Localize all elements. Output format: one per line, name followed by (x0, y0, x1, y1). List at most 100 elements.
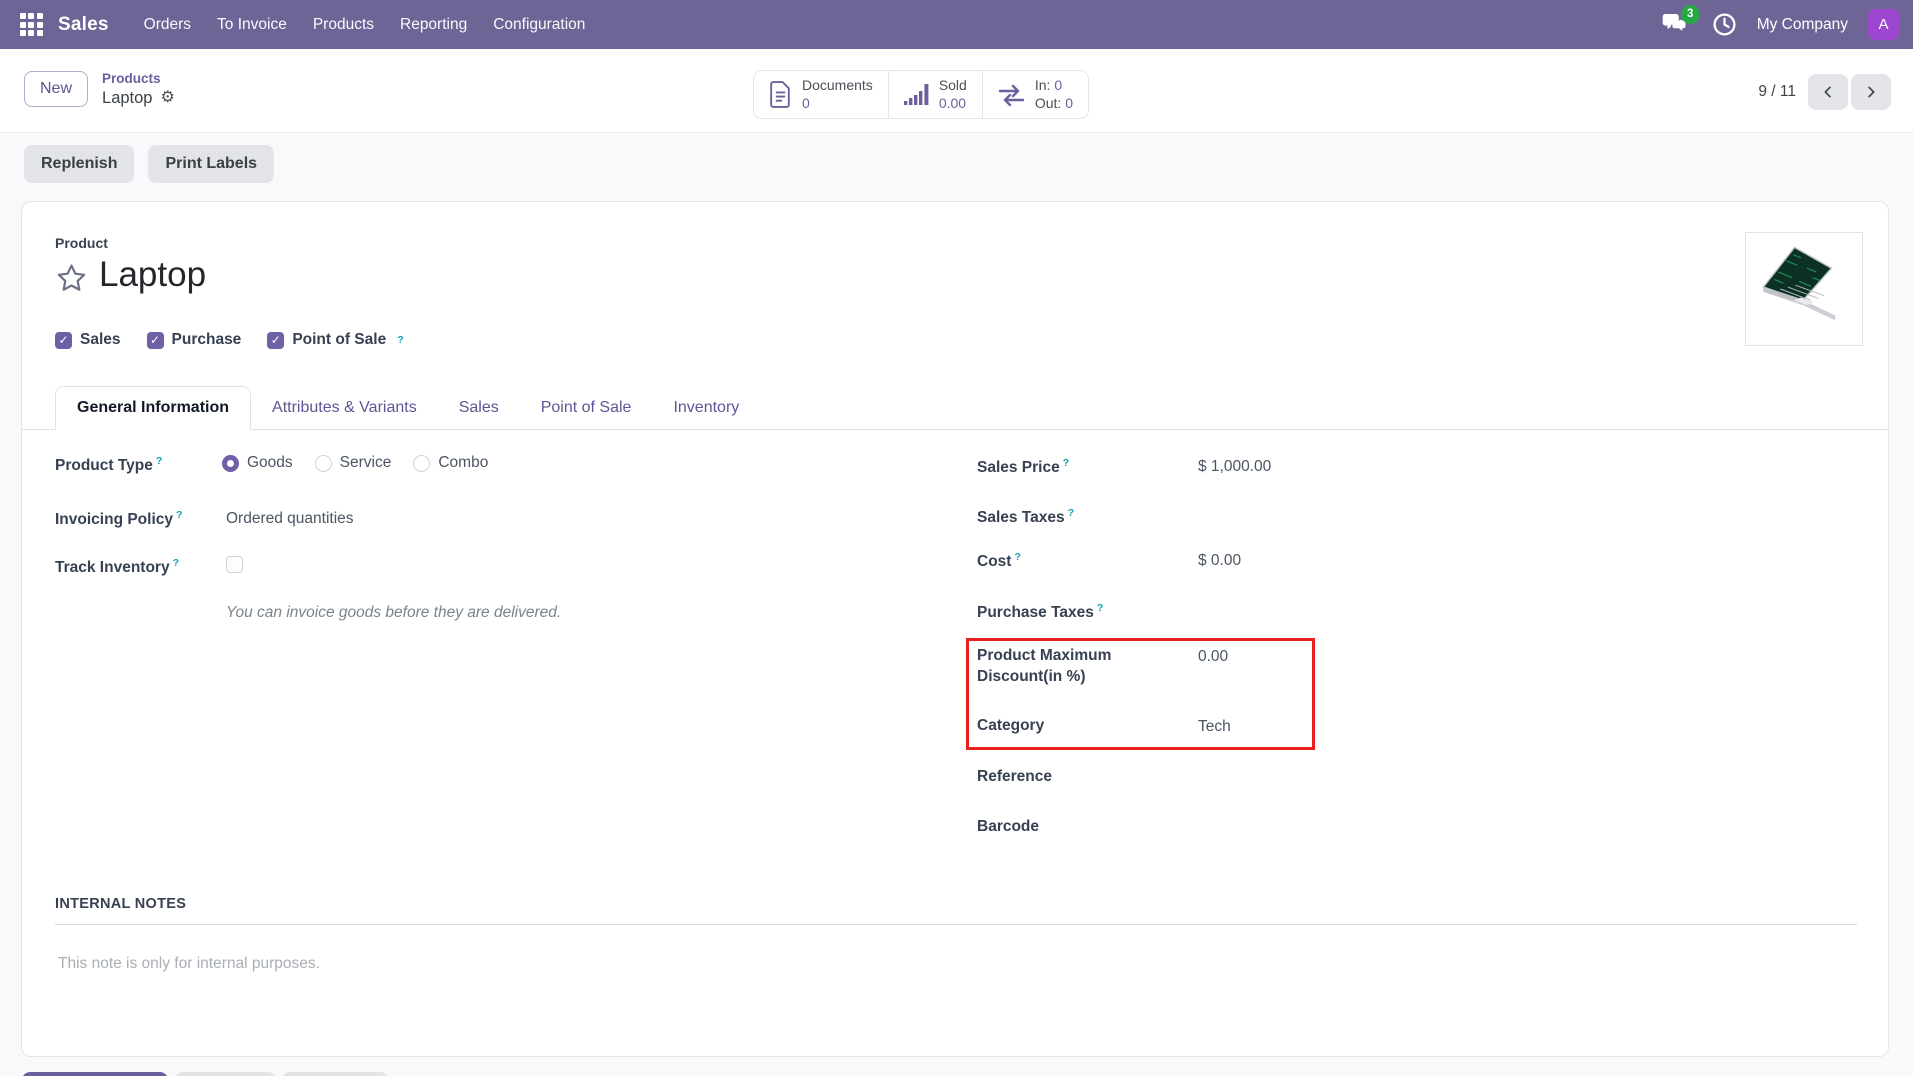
checkbox-check-icon: ✓ (147, 332, 164, 349)
notebook-tabs: General Information Attributes & Variant… (22, 382, 1888, 430)
favorite-star-icon[interactable] (55, 262, 88, 295)
messages-count-badge: 3 (1681, 5, 1700, 24)
point-of-sale-checkbox[interactable]: ✓ Point of Sale ? (267, 331, 403, 349)
product-name-input[interactable]: Laptop (99, 255, 206, 295)
menu-reporting[interactable]: Reporting (387, 0, 480, 49)
help-question-icon[interactable]: ? (173, 557, 179, 569)
documents-value: 0 (802, 95, 873, 113)
documents-label: Documents (802, 77, 873, 95)
bar-chart-icon (904, 83, 929, 107)
track-inventory-label: Track Inventory? (55, 557, 225, 577)
product-type-radio-group: Goods Service Combo (222, 454, 488, 472)
messages-button[interactable]: 3 (1662, 12, 1692, 38)
out-value: 0 (1065, 95, 1073, 111)
top-navbar: Sales Orders To Invoice Products Reporti… (0, 0, 1913, 49)
purchase-checkbox[interactable]: ✓ Purchase (147, 331, 242, 349)
product-form-sheet: Product Laptop ✓ Sales (21, 201, 1889, 1057)
menu-orders[interactable]: Orders (131, 0, 204, 49)
sold-stat-button[interactable]: Sold 0.00 (888, 71, 982, 118)
help-question-icon[interactable]: ? (1014, 551, 1020, 563)
stat-button-group: Documents 0 Sold 0.00 (753, 70, 1089, 119)
radio-goods[interactable]: Goods (222, 454, 293, 472)
menu-to-invoice[interactable]: To Invoice (204, 0, 300, 49)
checkbox-check-icon: ✓ (55, 332, 72, 349)
pager-previous-button[interactable] (1808, 74, 1848, 110)
tab-inventory[interactable]: Inventory (652, 387, 760, 429)
bottom-tertiary-button-partial[interactable] (282, 1072, 388, 1076)
tab-point-of-sale[interactable]: Point of Sale (520, 387, 653, 429)
reference-label: Reference (977, 767, 1182, 788)
menu-configuration[interactable]: Configuration (480, 0, 598, 49)
help-question-icon[interactable]: ? (397, 334, 403, 346)
pager-count: 9 / 11 (1758, 83, 1796, 101)
laptop-image (1752, 239, 1856, 339)
gear-icon[interactable]: ⚙ (160, 88, 174, 108)
help-question-icon[interactable]: ? (1097, 602, 1103, 614)
out-label: Out: (1035, 95, 1061, 111)
document-icon (769, 81, 792, 108)
documents-stat-button[interactable]: Documents 0 (754, 71, 888, 118)
company-name[interactable]: My Company (1757, 16, 1848, 34)
action-button-row: Replenish Print Labels (24, 145, 274, 183)
bottom-secondary-button-partial[interactable] (175, 1072, 276, 1076)
sales-price-value[interactable]: $ 1,000.00 (1198, 458, 1271, 476)
product-maximum-discount-label: Product Maximum Discount(in %) (977, 646, 1182, 688)
odoo-product-form-screen: Sales Orders To Invoice Products Reporti… (0, 0, 1913, 1076)
app-name[interactable]: Sales (58, 14, 109, 36)
category-label: Category (977, 716, 1182, 737)
sold-label: Sold (939, 77, 967, 95)
in-value: 0 (1054, 77, 1062, 93)
in-label: In: (1035, 77, 1051, 93)
sold-value: 0.00 (939, 95, 967, 113)
new-button[interactable]: New (24, 71, 88, 107)
cost-value[interactable]: $ 0.00 (1198, 552, 1241, 570)
invoicing-policy-value[interactable]: Ordered quantities (226, 510, 354, 528)
track-inventory-checkbox[interactable] (226, 556, 243, 573)
product-image[interactable] (1745, 232, 1863, 346)
radio-unselected-icon (413, 455, 430, 472)
internal-notes-title: INTERNAL NOTES (55, 896, 186, 912)
barcode-label: Barcode (977, 817, 1182, 838)
help-question-icon[interactable]: ? (176, 509, 182, 521)
activities-clock-icon[interactable] (1712, 12, 1737, 37)
pager: 9 / 11 (1758, 74, 1891, 110)
category-value[interactable]: Tech (1198, 718, 1231, 736)
tab-attributes-variants[interactable]: Attributes & Variants (251, 387, 438, 429)
radio-selected-icon (222, 455, 239, 472)
transfer-arrows-icon (998, 83, 1025, 107)
help-question-icon[interactable]: ? (1063, 457, 1069, 469)
pager-next-button[interactable] (1851, 74, 1891, 110)
tab-sales[interactable]: Sales (438, 387, 520, 429)
sales-taxes-label: Sales Taxes? (977, 506, 1182, 529)
menu-products[interactable]: Products (300, 0, 387, 49)
radio-service[interactable]: Service (315, 454, 392, 472)
product-maximum-discount-value[interactable]: 0.00 (1198, 648, 1228, 666)
control-panel: New Products Laptop ⚙ Documents (0, 49, 1913, 133)
cost-label: Cost? (977, 550, 1182, 573)
internal-notes-placeholder[interactable]: This note is only for internal purposes. (58, 955, 320, 973)
replenish-button[interactable]: Replenish (24, 145, 134, 183)
purchase-taxes-label: Purchase Taxes? (977, 601, 1182, 624)
help-question-icon[interactable]: ? (1068, 507, 1074, 519)
breadcrumb-current: Laptop (102, 88, 152, 109)
print-labels-button[interactable]: Print Labels (148, 145, 274, 183)
product-type-label: Product Type? (55, 455, 225, 475)
module-checkbox-row: ✓ Sales ✓ Purchase ✓ Point of Sale ? (55, 331, 404, 349)
breadcrumb-parent[interactable]: Products (102, 71, 175, 88)
user-avatar[interactable]: A (1868, 9, 1899, 40)
checkbox-check-icon: ✓ (267, 332, 284, 349)
sales-checkbox[interactable]: ✓ Sales (55, 331, 121, 349)
help-question-icon[interactable]: ? (156, 455, 162, 467)
internal-notes-divider (55, 924, 1857, 925)
tab-general-information[interactable]: General Information (55, 386, 251, 430)
breadcrumb: Products Laptop ⚙ (102, 71, 175, 109)
apps-grid-icon[interactable] (14, 8, 48, 42)
bottom-primary-button-partial[interactable] (22, 1072, 168, 1076)
inout-stat-button[interactable]: In: 0 Out: 0 (982, 71, 1088, 118)
invoicing-policy-label: Invoicing Policy? (55, 509, 225, 529)
product-field-label: Product (55, 235, 108, 251)
radio-unselected-icon (315, 455, 332, 472)
invoicing-help-note: You can invoice goods before they are de… (226, 604, 561, 622)
sales-price-label: Sales Price? (977, 456, 1182, 479)
radio-combo[interactable]: Combo (413, 454, 488, 472)
